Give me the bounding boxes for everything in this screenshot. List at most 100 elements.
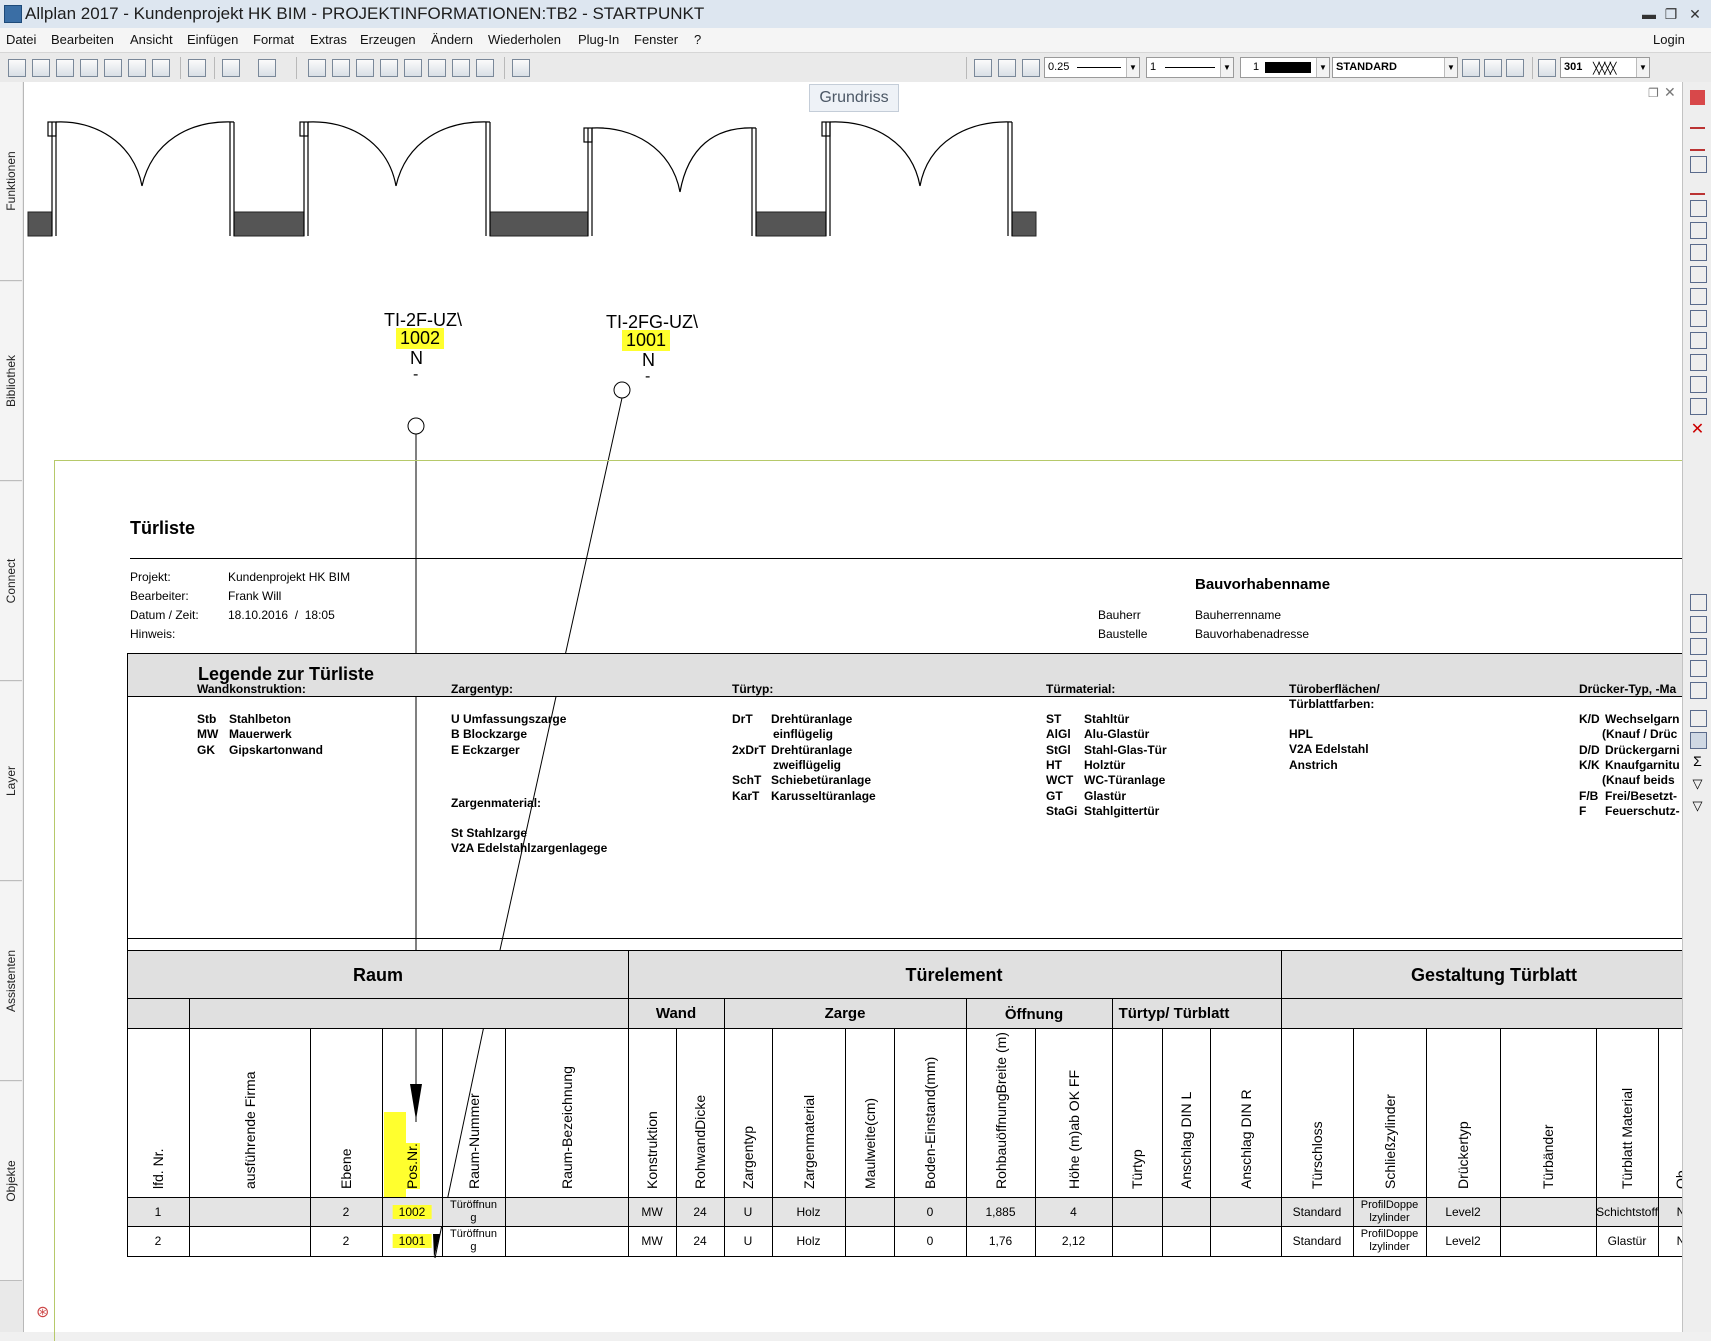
layer-manage-icon[interactable] [1462, 59, 1480, 77]
measure-icon[interactable] [308, 59, 326, 77]
frame-icon[interactable] [380, 59, 398, 77]
color-swatch [1265, 62, 1311, 73]
project-open-icon[interactable] [8, 59, 26, 77]
client-value: Bauherrenname [1195, 608, 1282, 622]
move-point-icon[interactable] [1690, 134, 1705, 151]
dimension-icon[interactable] [332, 59, 350, 77]
viewport-restore-icon[interactable]: ❐ [1648, 86, 1659, 100]
active-select-icon[interactable] [1690, 732, 1707, 749]
login-link[interactable]: Login [1653, 32, 1685, 47]
redo-icon[interactable] [258, 59, 276, 77]
legend-door-material-code: WCT [1046, 773, 1074, 788]
pick-icon[interactable] [1690, 594, 1707, 611]
legend-surface-item: V2A Edelstahl [1289, 742, 1369, 757]
menu-plugin[interactable]: Plug-In [578, 32, 619, 47]
copy-mirror-icon[interactable] [1690, 156, 1707, 173]
tab-connect[interactable]: Connect [0, 482, 22, 681]
legend-frame-item: U Umfassungszarge [451, 712, 567, 726]
menu-erzeugen[interactable]: Erzeugen [360, 32, 416, 47]
menu-bearbeiten[interactable]: Bearbeiten [51, 32, 114, 47]
3d-cube-icon[interactable] [476, 59, 494, 77]
layer-select[interactable]: STANDARD ▼ [1332, 57, 1458, 78]
door-symbol-3 [583, 127, 757, 236]
table-cell: MW [641, 1205, 663, 1219]
right-tool-strip: ✕ Σ ▽ ▽ [1682, 82, 1711, 1332]
line-type-select[interactable]: 1 ▼ [1146, 57, 1234, 78]
mirror-copy-icon[interactable] [1690, 222, 1707, 239]
layer-lock-icon[interactable] [1506, 59, 1524, 77]
legend-door-type-code: 2xDrT [732, 742, 767, 757]
navigator-icon[interactable] [452, 59, 470, 77]
menu-wiederholen[interactable]: Wiederholen [488, 32, 561, 47]
funnel-icon[interactable]: ▽ [1690, 776, 1705, 791]
format-painter-icon[interactable] [974, 59, 992, 77]
window-select-icon[interactable] [1690, 710, 1707, 727]
trim-icon[interactable] [1690, 178, 1705, 195]
scale-icon[interactable] [1690, 310, 1707, 327]
sum-icon[interactable]: Σ [1690, 754, 1705, 769]
filter-pen-icon[interactable] [1690, 682, 1707, 699]
menu-fenster[interactable]: Fenster [634, 32, 678, 47]
new-file-icon[interactable] [56, 59, 74, 77]
color-select[interactable]: 1 ▼ [1240, 57, 1330, 78]
modify-line-icon[interactable] [1690, 112, 1705, 129]
open-file-icon[interactable] [80, 59, 98, 77]
tab-assistenten[interactable]: Assistenten [0, 882, 22, 1081]
close-button[interactable]: ✕ [1684, 4, 1706, 24]
print-preview-icon[interactable] [152, 59, 170, 77]
zoom-icon[interactable] [512, 59, 530, 77]
windows-icon[interactable] [428, 59, 446, 77]
filter-element-icon[interactable] [1690, 660, 1707, 677]
grid-icon[interactable] [356, 59, 374, 77]
pattern-icon[interactable] [1538, 59, 1556, 77]
tab-label: Assistenten [4, 949, 18, 1013]
drawing-files-icon[interactable] [32, 59, 50, 77]
selection-icon[interactable] [1690, 616, 1707, 633]
duplicate-icon[interactable] [1690, 244, 1707, 261]
menu-aendern[interactable]: Ändern [431, 32, 473, 47]
rotate-icon[interactable] [1690, 288, 1707, 305]
minimize-button[interactable]: ▬ [1638, 4, 1660, 24]
restore-button[interactable]: ❐ [1660, 4, 1682, 24]
split-icon[interactable] [1690, 398, 1707, 415]
tab-funktionen[interactable]: Funktionen [0, 82, 22, 281]
format-properties-icon[interactable] [998, 59, 1016, 77]
pattern-select[interactable]: 301 ╳╳╳╳ ▼ [1560, 57, 1650, 78]
move-icon[interactable] [1690, 266, 1707, 283]
door-tag-number: 1001 [622, 330, 671, 351]
funnel-plus-icon[interactable]: ▽ [1690, 798, 1705, 813]
undo-icon[interactable] [222, 59, 240, 77]
tag-anchor-1001 [613, 381, 631, 399]
pen-thickness-select[interactable]: 0.25 ▼ [1044, 57, 1140, 78]
wall-segment [755, 211, 827, 237]
layout-icon[interactable] [188, 59, 206, 77]
mirror-icon[interactable] [1690, 200, 1707, 217]
legend-handle-code: F/B [1579, 788, 1599, 803]
filter-icon[interactable] [1690, 638, 1707, 655]
menu-format[interactable]: Format [253, 32, 294, 47]
menu-datei[interactable]: Datei [6, 32, 36, 47]
join-icon[interactable] [1690, 376, 1707, 393]
layer-visibility-icon[interactable] [1484, 59, 1502, 77]
menu-extras[interactable]: Extras [310, 32, 347, 47]
tab-objekte[interactable]: Objekte [0, 1082, 22, 1281]
tab-bibliothek[interactable]: Bibliothek [0, 282, 22, 481]
delete-icon[interactable] [1690, 90, 1705, 105]
legend-door-material-name: Alu-Glastür [1084, 727, 1150, 742]
legend-frame-material-item: St Stahlzarge [451, 826, 528, 840]
plot-icon[interactable] [128, 59, 146, 77]
drawing-canvas[interactable]: TI-2F-UZ\ 1002 N - TI-2FG-UZ\ 1001 N - T… [24, 82, 1689, 1341]
menu-einfuegen[interactable]: Einfügen [187, 32, 238, 47]
eyedropper-icon[interactable] [1022, 59, 1040, 77]
viewport-close-icon[interactable]: ✕ [1664, 84, 1676, 101]
menu-ansicht[interactable]: Ansicht [130, 32, 173, 47]
view-icon[interactable] [404, 59, 422, 77]
cancel-icon[interactable]: ✕ [1690, 422, 1705, 438]
tab-layer[interactable]: Layer [0, 682, 22, 881]
save-icon[interactable] [104, 59, 122, 77]
toolbar-separator [180, 57, 181, 79]
color-number-value: 1 [1253, 61, 1260, 73]
menu-help[interactable]: ? [694, 32, 701, 47]
stretch-icon[interactable] [1690, 332, 1707, 349]
offset-icon[interactable] [1690, 354, 1707, 371]
